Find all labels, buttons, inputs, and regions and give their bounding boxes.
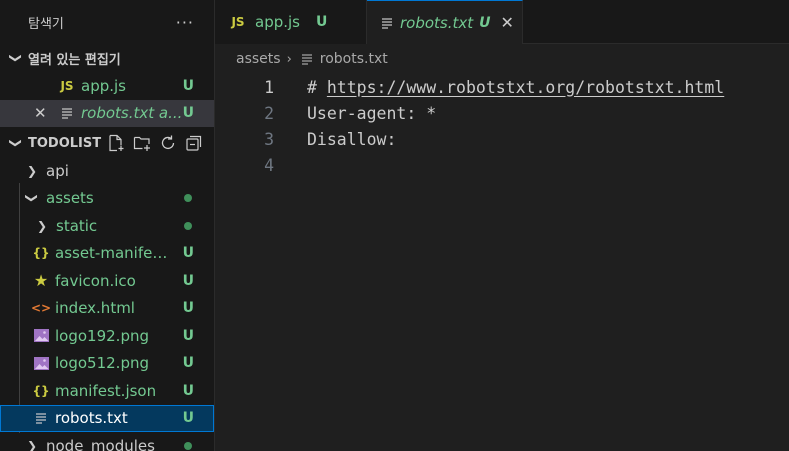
open-editor-app-js[interactable]: JS app.js U <box>0 72 214 100</box>
untracked-badge: U <box>182 245 194 262</box>
comment-url-link[interactable]: https://www.robotstxt.org/robotstxt.html <box>327 78 724 97</box>
open-editors-header[interactable]: ❯ 열려 있는 편집기 <box>0 44 214 72</box>
file-index-html[interactable]: <> index.html U <box>0 295 214 323</box>
line-text: # https://www.robotstxt.org/robotstxt.ht… <box>307 78 724 97</box>
file-logo512[interactable]: logo512.png U <box>0 350 214 378</box>
untracked-badge: U <box>182 105 194 122</box>
untracked-badge: U <box>479 14 491 31</box>
breadcrumb: assets › robots.txt <box>215 44 789 74</box>
tab-label: robots.txt <box>400 13 474 32</box>
code-editor[interactable]: 1 # https://www.robotstxt.org/robotstxt.… <box>215 74 789 178</box>
image-file-icon <box>32 329 50 343</box>
close-icon[interactable]: ✕ <box>501 13 514 32</box>
file-label: favicon.ico <box>55 271 136 290</box>
tab-robots-txt[interactable]: robots.txt U ✕ <box>367 0 523 44</box>
untracked-badge: U <box>182 327 194 344</box>
file-label: manifest.json <box>55 381 157 400</box>
explorer-actions <box>106 133 214 153</box>
modified-dot <box>184 441 192 450</box>
line-number: 3 <box>264 129 274 149</box>
javascript-file-icon: JS <box>231 15 245 29</box>
folder-label: node_modules <box>46 436 155 451</box>
code-line[interactable]: 3 Disallow: <box>215 126 789 152</box>
open-editor-label: app.js <box>81 76 126 95</box>
json-file-icon: {} <box>32 383 50 398</box>
modified-dot <box>184 221 192 230</box>
line-number: 2 <box>264 103 274 123</box>
explorer-sidebar: 탐색기 ··· ❯ 열려 있는 편집기 JS app.js U ✕ robots… <box>0 0 215 451</box>
file-label: asset-manifest.... <box>55 244 173 263</box>
text-file-icon <box>298 53 316 65</box>
editor-area: JS app.js U robots.txt U ✕ assets › robo… <box>215 0 789 451</box>
chevron-down-icon: ❯ <box>9 52 23 64</box>
vscode-window: 탐색기 ··· ❯ 열려 있는 편집기 JS app.js U ✕ robots… <box>0 0 789 451</box>
open-editor-robots-txt[interactable]: ✕ robots.txt a... U <box>0 99 214 127</box>
explorer-title: 탐색기 <box>28 16 64 32</box>
project-section-header[interactable]: ❯ TODOLIST <box>0 129 214 157</box>
file-label: logo512.png <box>55 354 149 373</box>
code-line[interactable]: 2 User-agent: * <box>215 100 789 126</box>
image-file-icon <box>32 356 50 370</box>
chevron-down-icon: ❯ <box>25 193 39 204</box>
refresh-icon[interactable] <box>158 133 178 153</box>
untracked-badge: U <box>182 272 194 289</box>
json-file-icon: {} <box>32 246 50 261</box>
tab-bar: JS app.js U robots.txt U ✕ <box>215 0 789 44</box>
file-label: index.html <box>55 299 135 318</box>
chevron-down-icon: ❯ <box>9 137 23 149</box>
folder-label: api <box>46 161 69 180</box>
collapse-all-icon[interactable] <box>184 133 204 153</box>
comment-prefix: # <box>307 77 327 97</box>
code-line[interactable]: 1 # https://www.robotstxt.org/robotstxt.… <box>215 74 789 100</box>
folder-label: static <box>56 216 98 235</box>
project-title: TODOLIST <box>28 135 102 151</box>
file-logo192[interactable]: logo192.png U <box>0 322 214 350</box>
untracked-badge: U <box>316 14 328 30</box>
chevron-right-icon: ❯ <box>36 218 48 233</box>
star-icon: ★ <box>33 271 49 291</box>
file-favicon[interactable]: ★ favicon.ico U <box>0 267 214 295</box>
folder-api[interactable]: ❯ api <box>0 157 214 185</box>
chevron-right-icon: › <box>286 51 292 67</box>
breadcrumb-folder[interactable]: assets <box>236 51 281 67</box>
folder-node-modules[interactable]: ❯ node_modules <box>0 432 214 451</box>
line-number: 4 <box>264 155 274 175</box>
folder-static[interactable]: ❯ static <box>0 212 214 240</box>
untracked-badge: U <box>182 382 194 399</box>
line-text: User-agent: * <box>307 103 437 123</box>
untracked-badge: U <box>182 77 194 94</box>
file-robots-txt[interactable]: robots.txt U <box>0 404 214 432</box>
text-file-icon <box>32 412 50 424</box>
breadcrumb-file[interactable]: robots.txt <box>320 51 388 67</box>
line-text: Disallow: <box>307 129 397 149</box>
text-file-icon <box>58 107 76 119</box>
line-number: 1 <box>264 77 274 97</box>
chevron-right-icon: ❯ <box>26 438 38 451</box>
file-label: logo192.png <box>55 326 149 345</box>
untracked-badge: U <box>182 300 194 317</box>
code-line[interactable]: 4 <box>215 152 789 178</box>
open-editors-title: 열려 있는 편집기 <box>28 52 121 68</box>
file-asset-manifest[interactable]: {} asset-manifest.... U <box>0 240 214 268</box>
chevron-right-icon: ❯ <box>26 163 38 178</box>
new-folder-icon[interactable] <box>132 133 152 153</box>
open-editor-label: robots.txt a... <box>81 104 183 123</box>
untracked-badge: U <box>182 410 194 427</box>
folder-label: assets <box>46 189 94 208</box>
modified-dot <box>184 194 192 203</box>
file-label: robots.txt <box>55 409 128 428</box>
new-file-icon[interactable] <box>106 133 126 153</box>
file-manifest-json[interactable]: {} manifest.json U <box>0 377 214 405</box>
html-file-icon: <> <box>30 301 52 316</box>
folder-assets[interactable]: ❯ assets <box>0 185 214 213</box>
tab-label: app.js <box>255 13 300 31</box>
tab-app-js[interactable]: JS app.js U <box>215 0 367 44</box>
close-icon[interactable]: ✕ <box>34 104 54 122</box>
explorer-header: 탐색기 ··· <box>0 0 214 44</box>
text-file-icon <box>381 17 393 29</box>
javascript-file-icon: JS <box>60 78 74 93</box>
untracked-badge: U <box>182 355 194 372</box>
more-actions-icon[interactable]: ··· <box>176 13 194 32</box>
